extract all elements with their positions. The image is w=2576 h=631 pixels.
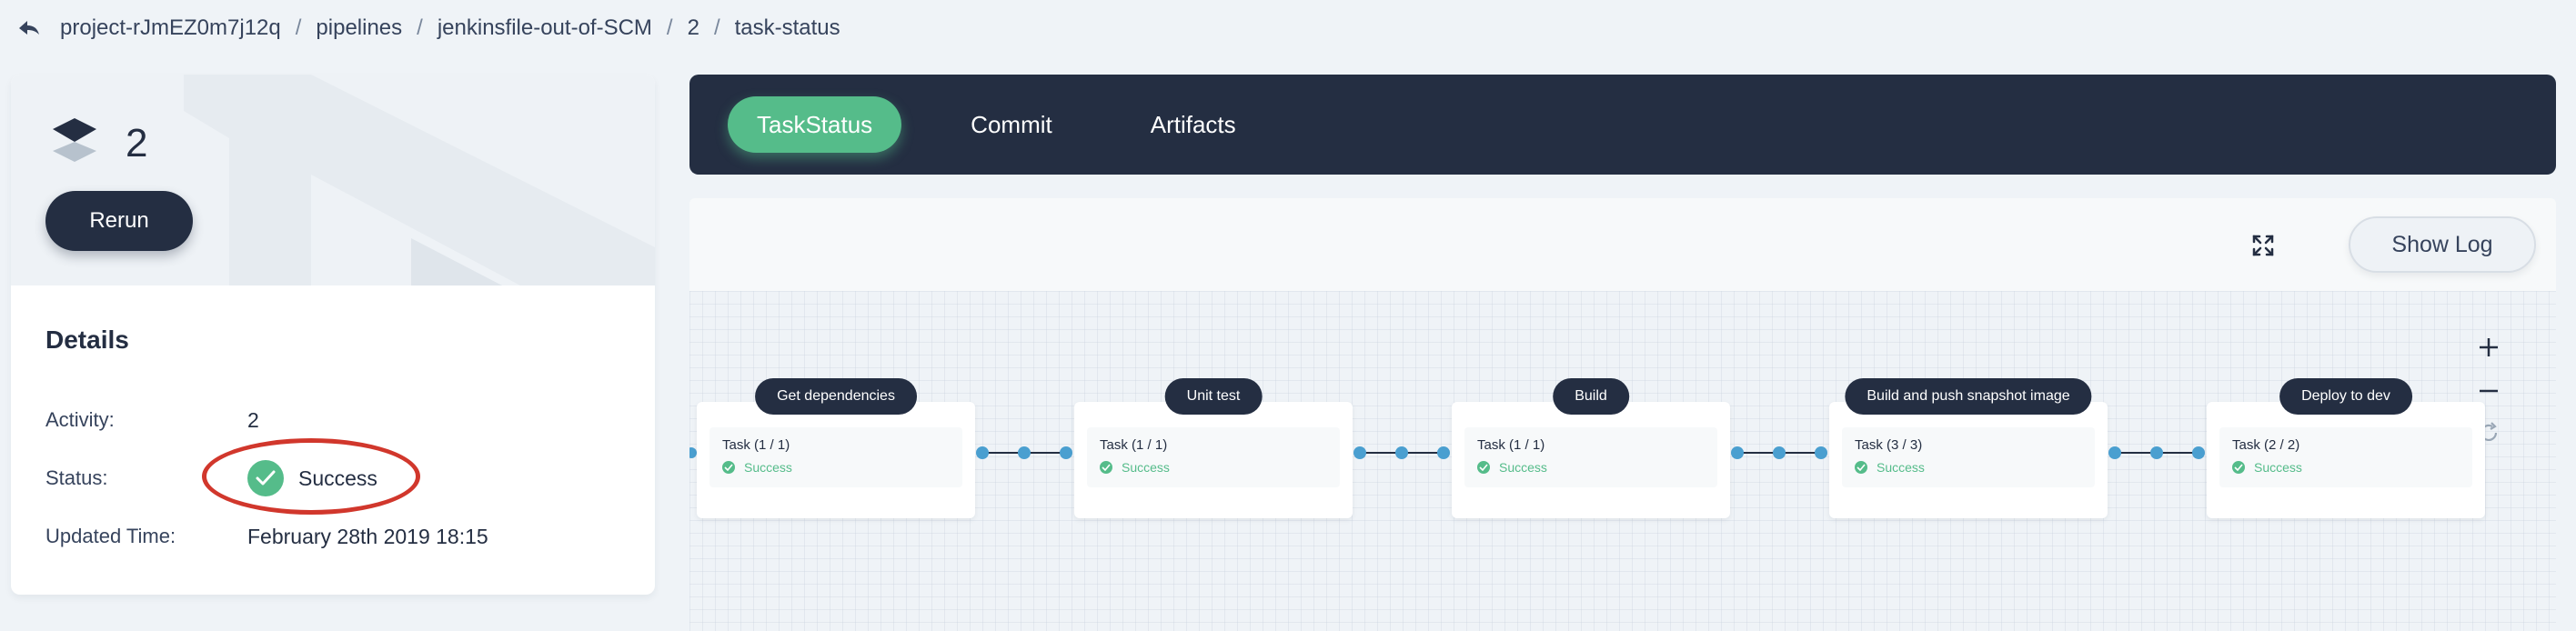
breadcrumb-pipeline-name[interactable]: jenkinsfile-out-of-SCM — [438, 15, 652, 41]
pipeline-toolbar: Show Log — [689, 198, 2556, 291]
back-arrow-icon[interactable] — [11, 10, 47, 46]
task-box[interactable]: Task (1 / 1) Success — [1464, 427, 1717, 487]
background-decoration — [184, 75, 655, 285]
check-icon — [1855, 461, 1867, 474]
task-box[interactable]: Task (1 / 1) Success — [1087, 427, 1340, 487]
stage-label: Build and push snapshot image — [1845, 378, 2092, 415]
task-count: Task (1 / 1) — [1100, 437, 1168, 453]
stage-build[interactable]: Build Task (1 / 1) Success — [1452, 378, 1730, 518]
breadcrumb-current: task-status — [734, 15, 840, 40]
tab-taskstatus[interactable]: TaskStatus — [728, 96, 902, 153]
tab-commit[interactable]: Commit — [941, 96, 1082, 153]
run-summary-card: 2 Rerun Details Activity: 2 Status: Succ… — [11, 75, 655, 595]
task-status-text: Success — [1499, 460, 1547, 475]
breadcrumb-separator: / — [295, 15, 302, 40]
task-count: Task (1 / 1) — [1477, 437, 1545, 453]
stage-unit-test[interactable]: Unit test Task (1 / 1) Success — [1074, 378, 1353, 518]
stage-connector — [1353, 446, 1450, 459]
check-icon — [722, 461, 735, 474]
status-value-wrap: Success — [202, 438, 420, 515]
task-box[interactable]: Task (1 / 1) Success — [709, 427, 962, 487]
task-box[interactable]: Task (2 / 2) Success — [2219, 427, 2472, 487]
task-status-text: Success — [1877, 460, 1925, 475]
task-box[interactable]: Task (3 / 3) Success — [1842, 427, 2095, 487]
fullscreen-icon[interactable] — [2249, 231, 2278, 260]
task-status-text: Success — [744, 460, 792, 475]
task-status-text: Success — [1122, 460, 1170, 475]
task-count: Task (1 / 1) — [722, 437, 790, 453]
tab-artifacts[interactable]: Artifacts — [1122, 96, 1265, 153]
stage-label: Deploy to dev — [2279, 378, 2412, 415]
stage-label: Unit test — [1164, 378, 1263, 415]
task-count: Task (2 / 2) — [2232, 437, 2300, 453]
stage-connector — [1731, 446, 1827, 459]
updated-row: Updated Time: February 28th 2019 18:15 — [45, 507, 628, 566]
breadcrumb-separator: / — [417, 15, 423, 40]
run-number: 2 — [126, 121, 148, 165]
show-log-button[interactable]: Show Log — [2349, 216, 2536, 273]
plus-icon[interactable] — [2472, 331, 2505, 364]
stage-label: Build — [1553, 378, 1629, 415]
activity-value: 2 — [247, 407, 259, 432]
breadcrumb-pipelines[interactable]: pipelines — [316, 15, 402, 41]
tabs-bar: TaskStatus Commit Artifacts — [689, 75, 2556, 175]
details-section: Details Activity: 2 Status: Success Upda… — [45, 326, 628, 566]
layers-icon — [49, 115, 100, 170]
breadcrumb-run[interactable]: 2 — [688, 15, 699, 41]
stage-connector — [976, 446, 1072, 459]
stage-build-push-snapshot[interactable]: Build and push snapshot image Task (3 / … — [1829, 378, 2108, 518]
check-icon — [1477, 461, 1490, 474]
stage-get-dependencies[interactable]: Get dependencies Task (1 / 1) Success — [697, 378, 975, 518]
stage-label: Get dependencies — [755, 378, 917, 415]
updated-label: Updated Time: — [45, 525, 176, 547]
task-status: Success — [1100, 460, 1327, 475]
breadcrumb-separator: / — [713, 15, 720, 40]
stage-connector — [2108, 446, 2205, 459]
stage-deploy-to-dev[interactable]: Deploy to dev Task (2 / 2) Success — [2207, 378, 2485, 518]
check-icon — [2232, 461, 2245, 474]
details-title: Details — [45, 326, 129, 354]
check-icon — [1100, 461, 1112, 474]
task-status: Success — [722, 460, 950, 475]
task-count: Task (3 / 3) — [1855, 437, 1923, 453]
activity-label: Activity: — [45, 408, 115, 431]
task-status: Success — [1855, 460, 2082, 475]
highlight-ring — [202, 438, 420, 515]
breadcrumb-project[interactable]: project-rJmEZ0m7j12q — [60, 15, 281, 41]
task-status: Success — [1477, 460, 1705, 475]
task-status-text: Success — [2254, 460, 2302, 475]
pipeline-canvas[interactable]: Get dependencies Task (1 / 1) Success Un… — [689, 291, 2556, 631]
rerun-button[interactable]: Rerun — [45, 191, 193, 251]
task-status: Success — [2232, 460, 2460, 475]
breadcrumb-separator: / — [666, 15, 673, 40]
status-row: Status: Success — [45, 438, 628, 515]
updated-value: February 28th 2019 18:15 — [247, 524, 488, 548]
breadcrumb: project-rJmEZ0m7j12q / pipelines / jenki… — [0, 0, 2576, 56]
run-header: 2 Rerun — [11, 75, 655, 285]
